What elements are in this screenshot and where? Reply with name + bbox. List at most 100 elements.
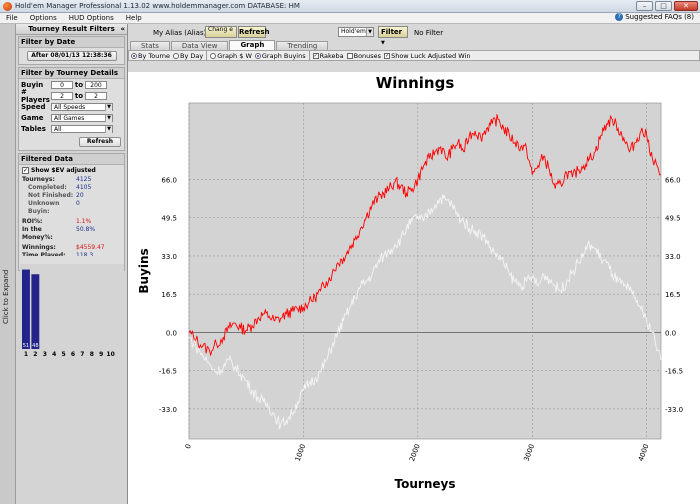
toolbar-refresh-button[interactable]: Refresh — [238, 26, 270, 38]
speed-label: Speed — [21, 103, 46, 111]
mini-bar-label: 48 — [32, 343, 38, 349]
filter-by-date-title: Filter by Date — [19, 37, 124, 48]
close-button[interactable]: ✕ — [674, 1, 698, 11]
stat-time-played: Time Played: 118.3 — [22, 252, 121, 256]
chevron-down-icon: ▼ — [381, 40, 385, 46]
menu-options[interactable]: Options — [24, 14, 63, 22]
window-controls: – □ ✕ — [636, 1, 698, 11]
mini-x-tick: 9 — [99, 351, 103, 358]
minimize-button[interactable]: – — [636, 1, 653, 11]
speed-value: All Speeds — [54, 104, 86, 111]
graph-dollar-radio[interactable] — [210, 52, 217, 59]
menu-help[interactable]: Help — [120, 14, 148, 22]
tables-select[interactable]: All ▼ — [51, 125, 113, 133]
filter-button-label: Filter — [381, 28, 403, 36]
mini-x-tick: 7 — [80, 351, 84, 358]
filter-by-date-group: Filter by Date After 08/01/13 12:38:36 — [18, 36, 125, 65]
show-luck-checkbox[interactable]: ✓ — [384, 52, 391, 59]
mini-x-tick: 4 — [52, 351, 56, 358]
menu-hud-options[interactable]: HUD Options — [63, 14, 120, 22]
menu-file[interactable]: File — [0, 14, 24, 22]
buyin-from-input[interactable]: 0 — [51, 81, 73, 89]
window-title: Hold'em Manager Professional 1.13.02 www… — [15, 2, 300, 10]
chevron-down-icon: ▼ — [105, 104, 112, 111]
y-tick-label: 0.0 — [166, 329, 177, 337]
chevron-down-icon: ▼ — [366, 28, 373, 36]
change-alias-button[interactable]: Chang e — [205, 26, 237, 38]
mini-bar-chart: 51 48 1 2 3 4 5 6 7 8 9 10 — [20, 264, 124, 358]
maximize-button[interactable]: □ — [655, 1, 672, 11]
graph-buyins-option[interactable]: Graph Buyins — [254, 51, 306, 60]
filtered-data-title: Filtered Data — [19, 154, 124, 165]
show-ev-label: Show $EV adjusted — [31, 167, 96, 174]
by-day-radio[interactable] — [173, 52, 180, 59]
toolbar: My Alias (Alias) Chang e Refresh Hold'em… — [128, 24, 700, 46]
expand-label: Click to Expand — [2, 269, 10, 324]
mini-x-tick: 5 — [62, 351, 66, 358]
filter-by-details-group: Filter by Tourney Details Buyin 0 to 200… — [18, 67, 125, 151]
refresh-button[interactable]: Refresh — [79, 137, 121, 147]
players-to-input[interactable]: 2 — [85, 92, 107, 100]
filter-button[interactable]: Filter ▼ — [378, 26, 408, 46]
stat-tourneys: Tourneys: 4125 — [22, 176, 121, 184]
show-ev-row[interactable]: ✓ Show $EV adjusted — [22, 167, 121, 174]
help-icon: ? — [615, 13, 624, 21]
stat-not-finished: Not Finished: 20 — [22, 192, 121, 200]
show-luck-option[interactable]: ✓ Show Luck Adjusted Win — [384, 52, 470, 60]
menu-bar: File Options HUD Options Help ? Suggeste… — [0, 13, 700, 24]
filter-status: No Filter — [414, 29, 444, 37]
stat-roi: ROI%: 1.1% — [22, 218, 121, 226]
show-ev-checkbox[interactable]: ✓ — [22, 167, 29, 174]
x-tick-label: 4000 — [637, 443, 651, 462]
panel-title: Tourney Result Filters — [28, 25, 115, 33]
mini-bar — [22, 269, 30, 349]
players-from-input[interactable]: 2 — [51, 92, 73, 100]
graph-buyins-label: Graph Buyins — [261, 51, 306, 60]
by-tourney-option[interactable]: By Tourne — [131, 52, 170, 60]
stat-label: Tourneys: — [22, 176, 55, 183]
mini-x-tick: 1 — [24, 351, 28, 358]
sidebar: Click to Expand Tourney Result Filters «… — [0, 24, 128, 504]
app-logo-icon — [3, 1, 12, 11]
collapse-icon[interactable]: « — [120, 25, 125, 33]
mini-bar — [31, 274, 40, 349]
y-tick-label-right: 49.5 — [665, 215, 681, 223]
by-day-option[interactable]: By Day — [173, 52, 203, 60]
stat-label: Not Finished: — [28, 192, 74, 199]
tables-label: Tables — [21, 125, 46, 133]
stat-in-money: In the 50.8% — [22, 226, 121, 234]
tab-data-view[interactable]: Data View — [170, 41, 229, 50]
expand-strip[interactable]: Click to Expand — [0, 24, 16, 504]
bonuses-option[interactable]: Bonuses — [346, 52, 381, 60]
graph-dollar-option[interactable]: Graph $ W — [210, 52, 252, 60]
y-tick-label-right: 33.0 — [665, 253, 681, 261]
buyin-to-input[interactable]: 200 — [85, 81, 107, 89]
bonuses-checkbox[interactable] — [346, 52, 353, 59]
tab-graph[interactable]: Graph — [229, 40, 276, 50]
rakeback-option[interactable]: ✓ Rakeba — [312, 52, 344, 60]
buyin-to-label: to — [74, 81, 84, 89]
tab-stats[interactable]: Stats — [130, 41, 170, 50]
stat-value: 1.1% — [76, 218, 92, 225]
mini-x-tick: 2 — [33, 351, 37, 358]
by-tourney-radio[interactable] — [131, 52, 137, 59]
tables-value: All — [54, 126, 62, 133]
graph-buyins-radio[interactable] — [254, 52, 261, 59]
y-tick-label: -16.5 — [159, 368, 177, 376]
speed-select[interactable]: All Speeds ▼ — [51, 103, 113, 111]
rakeback-checkbox[interactable]: ✓ — [312, 52, 319, 59]
stat-value: 4105 — [76, 184, 92, 191]
tab-trending[interactable]: Trending — [276, 41, 329, 50]
stat-label: Completed: — [28, 184, 67, 191]
suggested-faqs-link[interactable]: ? Suggested FAQs (8) — [615, 13, 694, 21]
y-tick-label: 16.5 — [161, 291, 177, 299]
game-type-select[interactable]: Hold'em ▼ — [338, 27, 374, 37]
date-filter-button[interactable]: After 08/01/13 12:38:36 — [26, 51, 117, 61]
stat-unknown: Unknown 0 — [22, 200, 121, 208]
game-select[interactable]: All Games ▼ — [51, 114, 113, 122]
graph-dollar-label: Graph $ W — [217, 51, 252, 60]
stat-label: Money%: — [22, 234, 53, 241]
stat-buyin: Buyin: — [22, 208, 121, 216]
mini-x-tick: 8 — [90, 351, 94, 358]
stat-winnings: Winnings: $4559.47 — [22, 244, 121, 252]
